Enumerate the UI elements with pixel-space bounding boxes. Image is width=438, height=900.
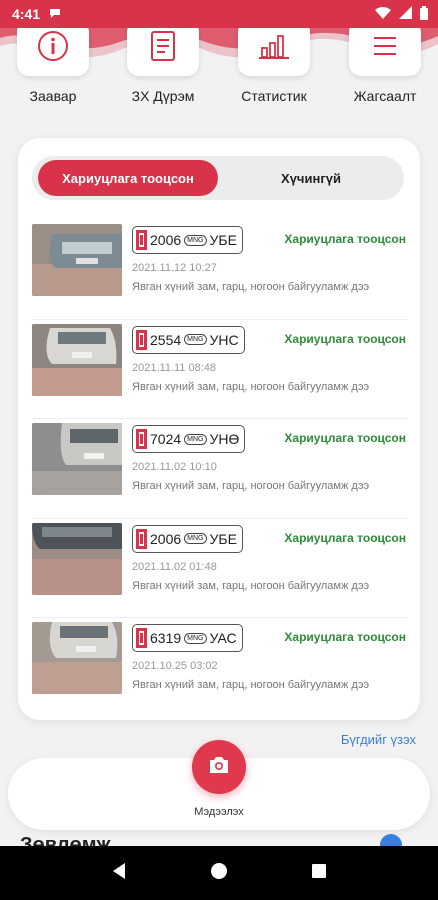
report-description: Явган хүний зам, гарц, ногоон байгууламж… [132,679,370,691]
quick-action-rules[interactable]: ЗХ Дүрэм [118,20,208,104]
status-badge: Хариуцлага тооцсон [284,431,406,445]
quick-action-label: ЗХ Дүрэм [131,88,195,104]
mongolia-flag-icon [136,429,147,449]
bar-chart-icon [257,31,291,66]
status-time: 4:41 [12,6,41,22]
report-row[interactable]: 2006 MNG УБЕ Хариуцлага тооцсон 2021.11.… [32,220,408,320]
report-row[interactable]: 2554 MNG УНС Хариуцлага тооцсон 2021.11.… [32,320,408,419]
notification-icon [48,6,62,22]
license-plate: 2006 MNG УБЕ [132,524,243,553]
report-row[interactable]: 7024 MNG УНӨ Хариуцлага тооцсон 2021.11.… [32,419,408,519]
signal-icon [399,6,412,22]
list-icon [371,34,399,63]
plate-letters: УБЕ [209,530,237,547]
document-icon [150,30,176,67]
back-icon[interactable] [111,862,127,885]
plate-country: MNG [184,433,207,445]
report-button-label: Мэдээлэх [194,806,244,818]
report-description: Явган хүний зам, гарц, ногоон байгууламж… [132,380,370,393]
plate-number: 6319 [150,630,182,646]
camera-icon [208,756,230,779]
report-row[interactable]: 6319 MNG УАС Хариуцлага тооцсон 2021.10.… [32,618,408,718]
status-badge: Хариуцлага тооцсон [284,331,406,346]
report-date: 2021.11.02 10:10 [132,461,217,473]
car-photo [32,622,122,694]
reports-list: 2006 MNG УБЕ Хариуцлага тооцсон 2021.11.… [32,220,408,718]
plate-letters: УНӨ [209,431,240,447]
quick-action-guide[interactable]: Заавар [8,20,98,104]
plate-number: 2554 [150,331,182,348]
car-photo [32,522,122,595]
tab-invalid[interactable]: Хүчингүй [222,160,400,196]
license-plate: 6319 MNG УАС [132,624,243,652]
system-navigation-bar [0,846,438,900]
plate-number: 2006 [150,530,182,547]
plate-number: 7024 [150,431,182,447]
plate-country: MNG [184,533,207,544]
reports-card: Хариуцлага тооцсон Хүчингүй 2006 MNG УБЕ… [18,138,420,720]
home-icon[interactable] [210,862,228,885]
plate-country: MNG [184,334,207,345]
report-date: 2021.10.25 03:02 [132,660,218,672]
mongolia-flag-icon [136,628,147,648]
recents-icon[interactable] [311,863,327,884]
info-icon [36,29,70,68]
report-row[interactable]: 2006 MNG УБЕ Хариуцлага тооцсон 2021.11.… [32,519,408,618]
battery-icon [420,5,428,23]
car-photo [32,224,122,296]
plate-country: MNG [184,234,207,246]
plate-letters: УАС [209,630,237,646]
report-date: 2021.11.11 08:48 [132,361,217,374]
license-plate: 2554 MNG УНС [132,325,245,354]
quick-action-label: Жагсаалт [353,88,417,104]
status-toggle: Хариуцлага тооцсон Хүчингүй [32,156,404,200]
status-badge: Хариуцлага тооцсон [284,630,406,644]
mongolia-flag-icon [136,329,147,350]
mongolia-flag-icon [136,528,147,549]
license-plate: 7024 MNG УНӨ [132,425,246,453]
status-badge: Хариуцлага тооцсон [284,530,406,545]
quick-action-label: Заавар [29,88,77,104]
car-photo [32,323,122,396]
wifi-icon [375,6,391,22]
quick-action-statistics[interactable]: Статистик [229,20,319,104]
quick-actions: Заавар ЗХ Дүрэм Статистик Жагсаалт [0,20,438,110]
report-button[interactable] [192,740,246,794]
car-photo [32,423,122,495]
report-date: 2021.11.12 10:27 [132,262,217,274]
license-plate: 2006 MNG УБЕ [132,226,243,254]
mongolia-flag-icon [136,230,147,250]
tab-resolved[interactable]: Хариуцлага тооцсон [38,160,218,196]
report-date: 2021.11.02 01:48 [132,560,217,573]
status-bar: 4:41 [0,0,438,28]
see-all-link[interactable]: Бүгдийг үзэх [341,732,416,747]
plate-country: MNG [184,632,207,644]
status-badge: Хариуцлага тооцсон [284,232,406,246]
quick-action-list[interactable]: Жагсаалт [340,20,430,104]
plate-letters: УБЕ [209,232,237,248]
report-description: Явган хүний зам, гарц, ногоон байгууламж… [132,281,370,293]
report-description: Явган хүний зам, гарц, ногоон байгууламж… [132,579,370,592]
report-description: Явган хүний зам, гарц, ногоон байгууламж… [132,480,370,492]
quick-action-label: Статистик [241,88,307,104]
plate-number: 2006 [150,232,182,248]
plate-letters: УНС [209,331,239,348]
